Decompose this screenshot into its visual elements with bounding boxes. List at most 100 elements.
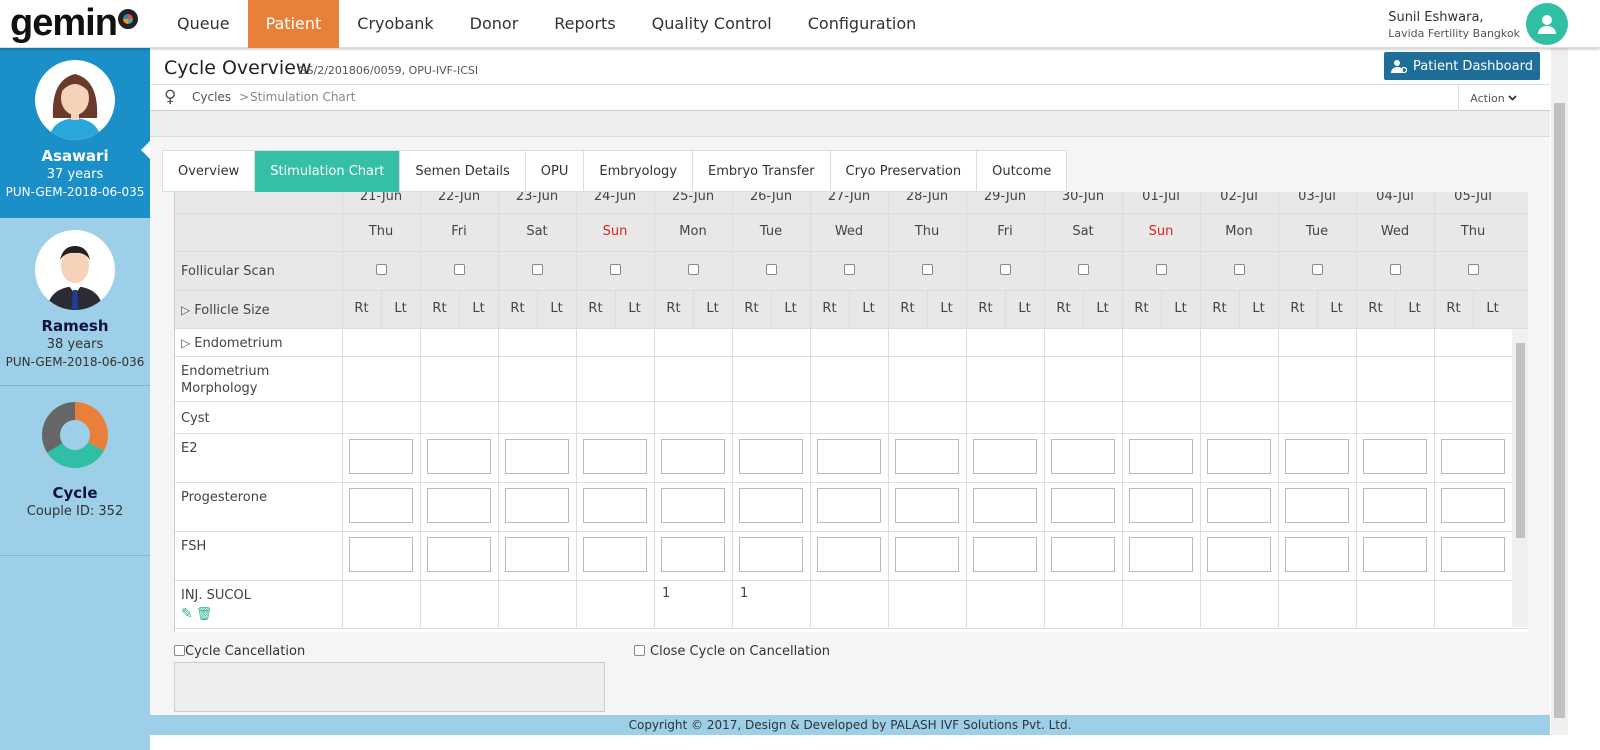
fsh-input[interactable] xyxy=(1051,537,1115,572)
tab-semen-details[interactable]: Semen Details xyxy=(400,151,526,192)
gemino-logo[interactable]: gemin xyxy=(10,2,138,45)
follicular-scan-checkbox[interactable] xyxy=(1389,264,1401,275)
progesterone-input[interactable] xyxy=(1207,488,1271,523)
e2-input[interactable] xyxy=(1285,439,1349,474)
fsh-input[interactable] xyxy=(1285,537,1349,572)
e2-input[interactable] xyxy=(1051,439,1115,474)
e2-input[interactable] xyxy=(1363,439,1427,474)
fsh-input[interactable] xyxy=(1363,537,1427,572)
progesterone-input[interactable] xyxy=(817,488,881,523)
tab-outcome[interactable]: Outcome xyxy=(977,151,1066,192)
close-cycle-checkbox[interactable] xyxy=(634,645,645,656)
chevron-down-icon xyxy=(1508,95,1517,101)
grid-scrollbar[interactable] xyxy=(1512,329,1528,627)
e2-input[interactable] xyxy=(817,439,881,474)
progesterone-input[interactable] xyxy=(973,488,1037,523)
follicular-scan-checkbox[interactable] xyxy=(765,264,777,275)
tab-cryo-preservation[interactable]: Cryo Preservation xyxy=(831,151,978,192)
e2-input[interactable] xyxy=(427,439,491,474)
nav-reports[interactable]: Reports xyxy=(536,0,633,48)
tab-opu[interactable]: OPU xyxy=(526,151,585,192)
follicular-scan-checkbox[interactable] xyxy=(999,264,1011,275)
fsh-input[interactable] xyxy=(427,537,491,572)
fsh-input[interactable] xyxy=(817,537,881,572)
e2-input[interactable] xyxy=(1129,439,1193,474)
fsh-input[interactable] xyxy=(1129,537,1193,572)
expand-triangle-icon[interactable]: ▷ xyxy=(181,303,190,317)
fsh-input[interactable] xyxy=(895,537,959,572)
page-scrollbar-thumb[interactable] xyxy=(1554,103,1565,718)
fsh-input[interactable] xyxy=(973,537,1037,572)
progesterone-input[interactable] xyxy=(1363,488,1427,523)
female-patient-card[interactable]: Asawari 37 years PUN-GEM-2018-06-035 xyxy=(0,48,151,218)
user-avatar-icon[interactable] xyxy=(1526,3,1568,45)
progesterone-input[interactable] xyxy=(427,488,491,523)
follicular-scan-checkbox[interactable] xyxy=(1077,264,1089,275)
tab-overview[interactable]: Overview xyxy=(163,151,256,192)
delete-trash-icon[interactable]: 🗑 xyxy=(196,607,213,622)
progesterone-input[interactable] xyxy=(739,488,803,523)
e2-input[interactable] xyxy=(505,439,569,474)
progesterone-input[interactable] xyxy=(349,488,413,523)
progesterone-input[interactable] xyxy=(1285,488,1349,523)
e2-input[interactable] xyxy=(349,439,413,474)
cycle-card[interactable]: Cycle Couple ID: 352 xyxy=(0,386,150,556)
action-dropdown[interactable]: Action xyxy=(1458,85,1528,111)
edit-pencil-icon[interactable]: ✎ xyxy=(181,606,193,622)
nav-queue[interactable]: Queue xyxy=(159,0,248,48)
follicular-scan-checkbox[interactable] xyxy=(609,264,621,275)
progesterone-input[interactable] xyxy=(1129,488,1193,523)
progesterone-input[interactable] xyxy=(583,488,647,523)
fsh-input[interactable] xyxy=(505,537,569,572)
cycle-cancellation-checkbox[interactable] xyxy=(174,645,185,656)
e2-input[interactable] xyxy=(895,439,959,474)
tab-embryology[interactable]: Embryology xyxy=(584,151,694,192)
cancellation-reason-input[interactable] xyxy=(174,662,605,712)
page-scrollbar[interactable] xyxy=(1551,48,1568,735)
fsh-input[interactable] xyxy=(349,537,413,572)
fsh-input[interactable] xyxy=(739,537,803,572)
e2-input[interactable] xyxy=(661,439,725,474)
nav-donor[interactable]: Donor xyxy=(452,0,537,48)
progesterone-input[interactable] xyxy=(1051,488,1115,523)
progesterone-input[interactable] xyxy=(661,488,725,523)
nav-quality-control[interactable]: Quality Control xyxy=(634,0,790,48)
patient-dashboard-button[interactable]: Patient Dashboard xyxy=(1384,52,1540,80)
e2-input[interactable] xyxy=(583,439,647,474)
e2-input[interactable] xyxy=(739,439,803,474)
e2-input[interactable] xyxy=(1441,439,1505,474)
progesterone-input[interactable] xyxy=(505,488,569,523)
fsh-input[interactable] xyxy=(583,537,647,572)
progesterone-input[interactable] xyxy=(1441,488,1505,523)
follicular-scan-checkbox[interactable] xyxy=(531,264,543,275)
follicular-scan-checkbox[interactable] xyxy=(843,264,855,275)
close-cycle-on-cancellation[interactable]: Close Cycle on Cancellation xyxy=(634,644,830,659)
user-info[interactable]: Sunil Eshwara, Lavida Fertility Bangkok xyxy=(1388,10,1520,40)
progesterone-input[interactable] xyxy=(895,488,959,523)
injection-dose-cell[interactable]: 1 xyxy=(662,586,670,601)
nav-patient[interactable]: Patient xyxy=(247,0,340,48)
follicular-scan-checkbox[interactable] xyxy=(921,264,933,275)
fsh-input[interactable] xyxy=(1441,537,1505,572)
follicular-scan-checkbox[interactable] xyxy=(687,264,699,275)
nav-configuration[interactable]: Configuration xyxy=(790,0,935,48)
follicular-scan-checkbox[interactable] xyxy=(1311,264,1323,275)
follicular-scan-checkbox[interactable] xyxy=(375,264,387,275)
breadcrumb-cycles[interactable]: Cycles xyxy=(192,90,231,104)
nav-cryobank[interactable]: Cryobank xyxy=(339,0,451,48)
expand-triangle-icon[interactable]: ▷ xyxy=(181,336,190,350)
tab-stimulation-chart[interactable]: Stimulation Chart xyxy=(255,151,401,192)
follicular-scan-checkbox[interactable] xyxy=(1155,264,1167,275)
follicular-scan-checkbox[interactable] xyxy=(1233,264,1245,275)
fsh-input[interactable] xyxy=(661,537,725,572)
grid-scrollbar-thumb[interactable] xyxy=(1516,343,1525,538)
e2-input[interactable] xyxy=(973,439,1037,474)
fsh-input[interactable] xyxy=(1207,537,1271,572)
follicular-scan-checkbox[interactable] xyxy=(453,264,465,275)
tab-embryo-transfer[interactable]: Embryo Transfer xyxy=(693,151,831,192)
male-patient-card[interactable]: Ramesh 38 years PUN-GEM-2018-06-036 xyxy=(0,218,150,386)
cycle-cancellation[interactable]: Cycle Cancellation xyxy=(174,644,305,659)
follicular-scan-checkbox[interactable] xyxy=(1467,264,1479,275)
injection-dose-cell[interactable]: 1 xyxy=(740,586,748,601)
e2-input[interactable] xyxy=(1207,439,1271,474)
